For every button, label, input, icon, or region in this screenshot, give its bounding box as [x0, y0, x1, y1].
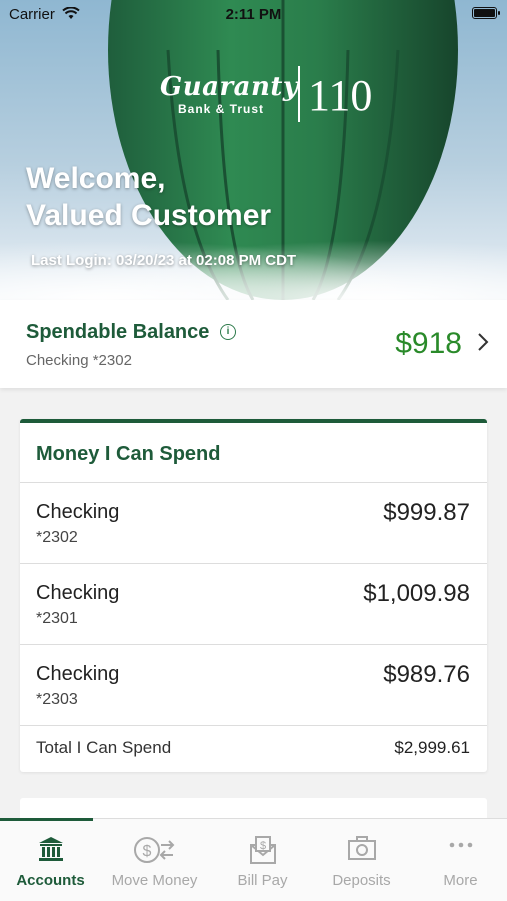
- last-login: Last Login: 03/20/23 at 02:08 PM CDT: [31, 252, 297, 269]
- money-i-can-spend-card: Money I Can Spend Checking *2302 $999.87…: [20, 419, 487, 772]
- hero-banner: Carrier 2:11 PM Guaranty Bank & Trust 11…: [0, 0, 507, 300]
- spendable-account: Checking *2302: [26, 352, 132, 369]
- welcome-line-1: Welcome,: [26, 162, 166, 195]
- camera-icon: [347, 836, 376, 860]
- account-number: *2302: [36, 529, 78, 546]
- account-number: *2303: [36, 691, 78, 708]
- clock: 2:11 PM: [225, 6, 282, 23]
- account-name: Checking: [36, 663, 120, 685]
- tab-label: Accounts: [16, 872, 85, 889]
- logo-brand: Guaranty: [160, 72, 299, 102]
- transfer-icon: $: [133, 837, 174, 863]
- tab-label: Deposits: [332, 872, 391, 889]
- svg-text:$: $: [259, 840, 265, 852]
- tab-deposits[interactable]: Deposits: [311, 819, 412, 901]
- account-balance: $989.76: [383, 661, 470, 688]
- logo-divider: [298, 66, 300, 122]
- battery-icon: [472, 7, 500, 19]
- tab-accounts[interactable]: Accounts: [0, 819, 101, 901]
- tab-move-money[interactable]: $ Move Money: [104, 819, 205, 901]
- tab-more[interactable]: More: [410, 819, 507, 901]
- tab-label: Move Money: [111, 872, 198, 889]
- total-label: Total I Can Spend: [36, 738, 172, 757]
- account-row[interactable]: Checking *2302 $999.87: [20, 482, 487, 563]
- tab-bill-pay[interactable]: $ Bill Pay: [212, 819, 313, 901]
- account-name: Checking: [36, 582, 120, 604]
- bill-envelope-icon: $: [249, 836, 276, 864]
- welcome-message: Welcome, Valued Customer: [26, 160, 271, 234]
- spendable-balance-title: Spendable Balance: [26, 321, 210, 343]
- svg-text:$: $: [142, 843, 151, 860]
- bank-icon: [38, 837, 63, 861]
- account-name: Checking: [36, 501, 120, 523]
- spendable-amount: $918: [395, 327, 462, 360]
- welcome-line-2: Valued Customer: [26, 199, 272, 232]
- logo-anniversary: 110: [308, 71, 373, 120]
- account-row[interactable]: Checking *2301 $1,009.98: [20, 563, 487, 644]
- status-bar: Carrier 2:11 PM: [0, 0, 507, 28]
- bank-logo: Guaranty Bank & Trust 110: [160, 66, 372, 126]
- more-dots-icon: [449, 842, 472, 848]
- account-number: *2301: [36, 610, 78, 627]
- total-row: Total I Can Spend $2,999.61: [20, 725, 487, 770]
- tab-label: More: [443, 872, 478, 889]
- tab-bar: Accounts $ Move Money $ Bill Pay Deposit…: [0, 818, 507, 901]
- tab-label: Bill Pay: [237, 872, 288, 889]
- chevron-right-icon: [478, 333, 489, 351]
- info-icon[interactable]: i: [220, 324, 236, 340]
- account-balance: $999.87: [383, 499, 470, 526]
- account-row[interactable]: Checking *2303 $989.76: [20, 644, 487, 725]
- card-heading: Money I Can Spend: [36, 443, 221, 465]
- spendable-balance-card[interactable]: Spendable Balance i Checking *2302 $918: [0, 300, 507, 388]
- logo-subtitle: Bank & Trust: [178, 102, 265, 116]
- total-value: $2,999.61: [394, 738, 470, 757]
- account-balance: $1,009.98: [363, 580, 470, 607]
